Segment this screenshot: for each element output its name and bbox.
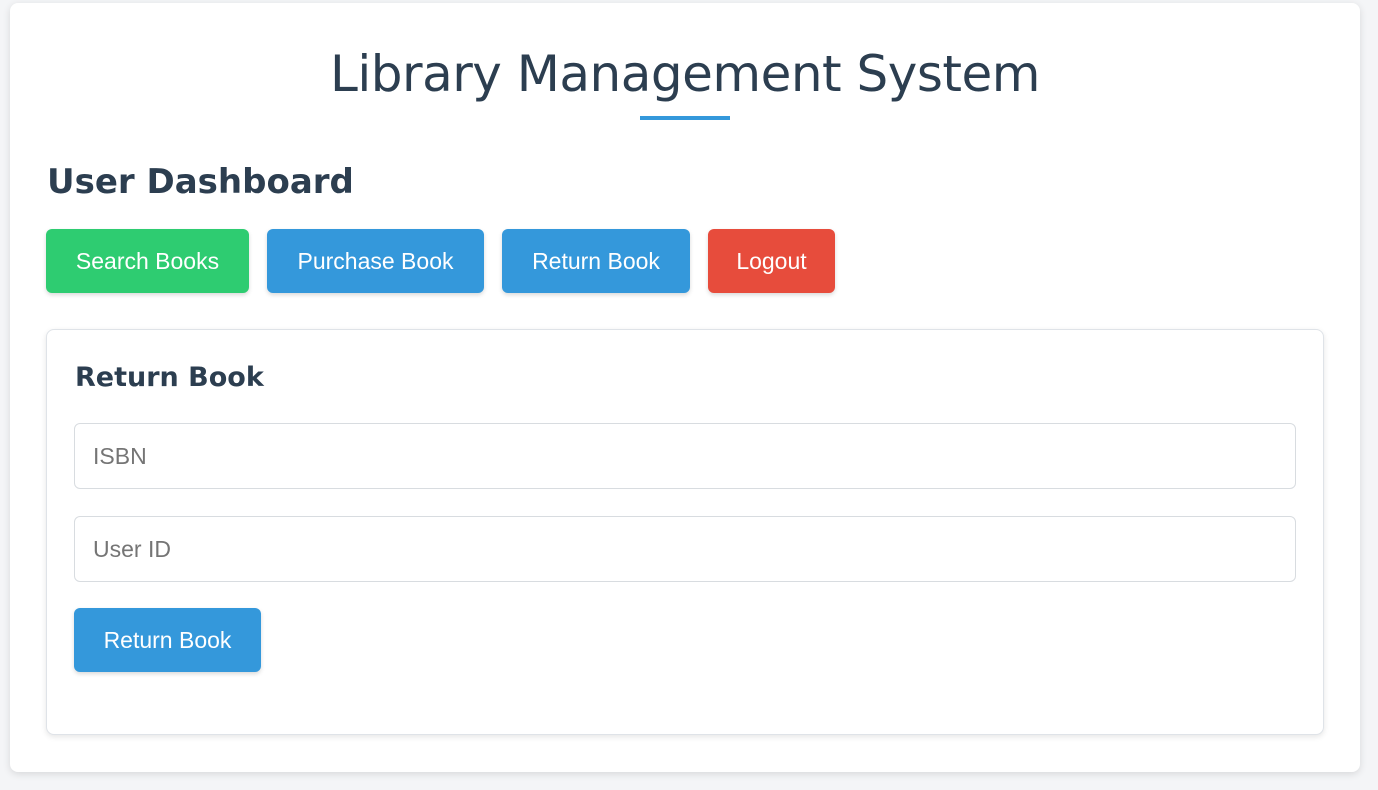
purchase-book-button[interactable]: Purchase Book	[267, 229, 484, 293]
return-book-panel: Return Book Return Book	[46, 329, 1324, 735]
title-underline	[640, 116, 730, 120]
return-book-heading: Return Book	[75, 362, 264, 393]
user-id-input[interactable]	[74, 516, 1296, 582]
search-books-button[interactable]: Search Books	[46, 229, 249, 293]
main-container: Library Management System User Dashboard…	[10, 3, 1360, 772]
return-book-submit-button[interactable]: Return Book	[74, 608, 261, 672]
logout-button[interactable]: Logout	[708, 229, 835, 293]
page-title: Library Management System	[330, 45, 1040, 103]
dashboard-heading: User Dashboard	[47, 162, 354, 202]
return-book-nav-button[interactable]: Return Book	[502, 229, 690, 293]
isbn-input[interactable]	[74, 423, 1296, 489]
